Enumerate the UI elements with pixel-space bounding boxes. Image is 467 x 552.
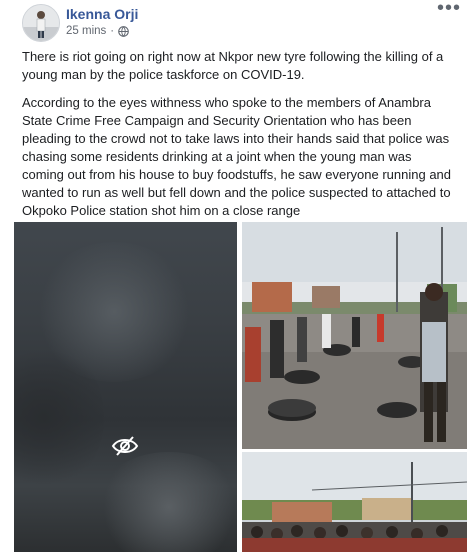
meta-separator: · (110, 25, 115, 37)
crowd-photo[interactable] (242, 452, 467, 552)
post-paragraph: According to the eyes withness who spoke… (22, 95, 452, 218)
post-time[interactable]: 25 mins (66, 25, 106, 37)
avatar-image (23, 5, 59, 41)
blur-shape (94, 452, 237, 552)
post-header: Ikenna Orji 25 mins · ••• (0, 0, 467, 44)
avatar[interactable] (22, 4, 60, 42)
sensitive-content-eye-icon[interactable] (111, 435, 139, 457)
post-paragraph: There is riot going on right now at Nkpo… (22, 49, 444, 82)
more-options-icon[interactable]: ••• (437, 0, 461, 18)
street-riot-photo[interactable] (242, 222, 467, 449)
photo-grid (14, 222, 467, 552)
post-meta: 25 mins · (66, 25, 129, 37)
blurred-photo[interactable] (14, 222, 237, 552)
author-name[interactable]: Ikenna Orji (66, 6, 138, 22)
post-body: There is riot going on right now at Nkpo… (22, 48, 452, 230)
globe-icon[interactable] (118, 25, 129, 37)
